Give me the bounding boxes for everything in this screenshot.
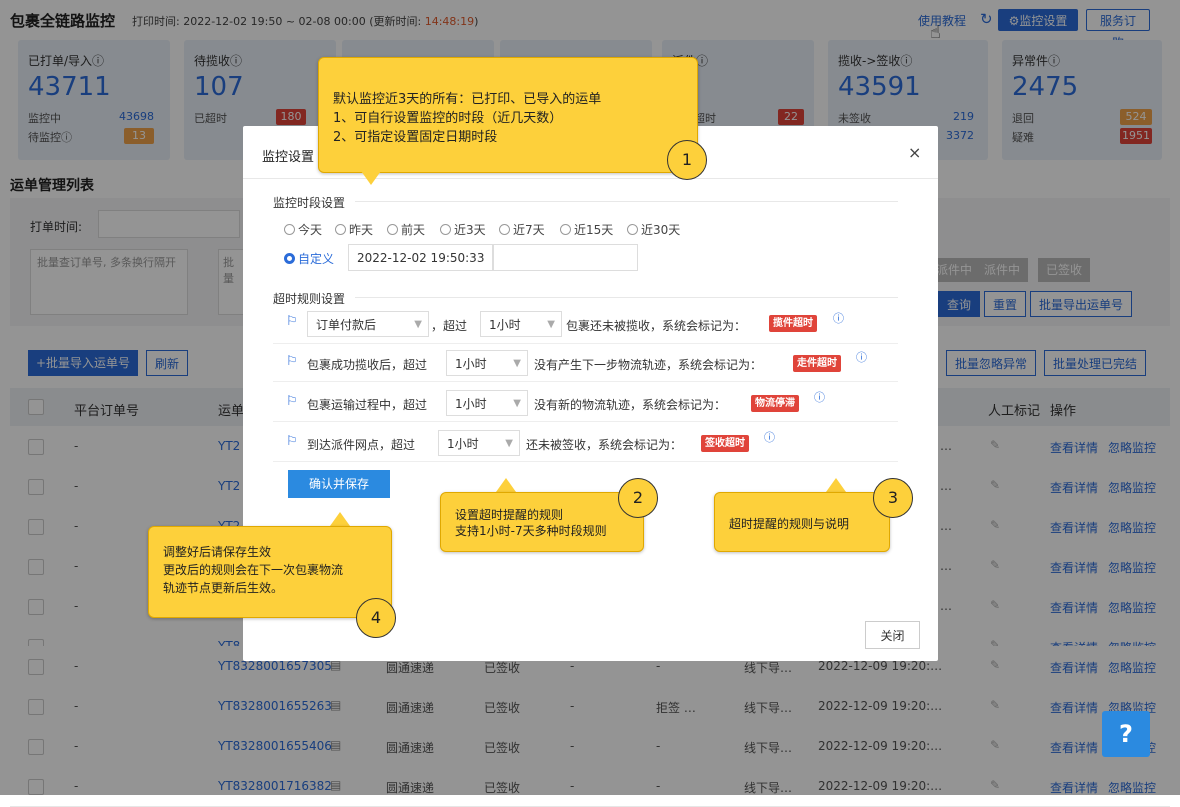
rule-trigger-select[interactable]: 订单付款后 ▼ xyxy=(307,311,429,337)
callout-rules: 设置超时提醒的规则 支持1小时-7天多种时段规则 xyxy=(440,492,644,552)
tag-move-timeout: 走件超时 xyxy=(793,355,841,372)
period-section-title: 监控时段设置 xyxy=(273,196,346,210)
section-divider xyxy=(355,201,898,202)
callout-pointer xyxy=(330,512,350,526)
rule-stagnant-duration-select[interactable]: 1小时 ▼ xyxy=(446,390,528,416)
dialog-close-button[interactable]: 关闭 xyxy=(865,621,920,649)
callout-save: 调整好后请保存生效 更改后的规则会在下一次包裹物流 轨迹节点更新后生效。 xyxy=(148,526,392,618)
radio-yesterday[interactable]: 昨天 xyxy=(335,221,373,238)
callout-period: 默认监控近3天的所有：已打印、已导入的运单 1、可自行设置监控的时段（近几天数）… xyxy=(318,57,698,173)
info-icon[interactable]: ⓘ xyxy=(856,349,867,365)
info-icon[interactable]: ⓘ xyxy=(833,310,844,326)
rule-sign-duration-select[interactable]: 1小时 ▼ xyxy=(438,430,520,456)
callout-pointer xyxy=(496,478,516,492)
section-divider-2 xyxy=(355,297,898,298)
flag-icon: ⚐ xyxy=(286,434,298,449)
radio-last-7-days[interactable]: 近7天 xyxy=(499,221,545,238)
custom-end-date-input[interactable] xyxy=(493,244,638,271)
info-icon[interactable]: ⓘ xyxy=(764,429,775,445)
tag-pickup-timeout: 揽件超时 xyxy=(769,315,817,332)
callout-explain: 超时提醒的规则与说明 xyxy=(714,492,890,552)
rule-pickup-duration-select[interactable]: 1小时 ▼ xyxy=(480,311,562,337)
confirm-save-button[interactable]: 确认并保存 xyxy=(288,470,390,498)
custom-start-date-input[interactable]: 2022-12-02 19:50:33 xyxy=(348,244,493,271)
step-number-1: 1 xyxy=(667,140,707,180)
rule-move-duration-select[interactable]: 1小时 ▼ xyxy=(446,350,528,376)
radio-custom[interactable]: 自定义 xyxy=(284,250,334,267)
step-number-4: 4 xyxy=(356,598,396,638)
step-number-3: 3 xyxy=(873,478,913,518)
help-button[interactable]: ? xyxy=(1102,711,1150,757)
callout-pointer xyxy=(361,171,381,185)
radio-today[interactable]: 今天 xyxy=(284,221,322,238)
step-number-2: 2 xyxy=(618,478,658,518)
tag-logistics-stagnant: 物流停滞 xyxy=(751,395,799,412)
radio-day-before[interactable]: 前天 xyxy=(387,221,425,238)
tag-sign-timeout: 签收超时 xyxy=(701,435,749,452)
radio-last-3-days[interactable]: 近3天 xyxy=(440,221,486,238)
info-icon[interactable]: ⓘ xyxy=(814,389,825,405)
callout-pointer xyxy=(826,478,846,492)
flag-icon: ⚐ xyxy=(286,314,298,329)
flag-icon: ⚐ xyxy=(286,354,298,369)
radio-last-30-days[interactable]: 近30天 xyxy=(627,221,680,238)
dialog-title: 监控设置 xyxy=(262,150,315,165)
flag-icon: ⚐ xyxy=(286,394,298,409)
radio-last-15-days[interactable]: 近15天 xyxy=(560,221,613,238)
close-icon[interactable]: × xyxy=(908,143,921,162)
dialog-divider xyxy=(243,178,938,179)
